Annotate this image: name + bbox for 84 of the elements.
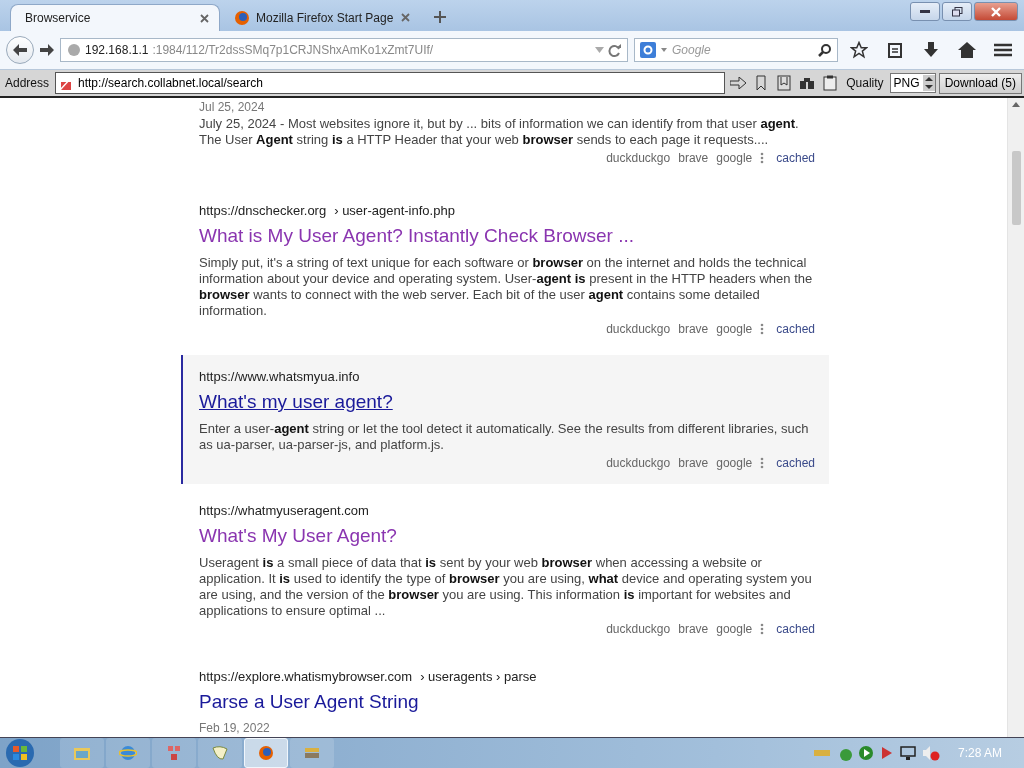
engine-label: google	[716, 622, 753, 636]
firefox-icon	[234, 9, 250, 26]
result-title-link[interactable]: What is My User Agent? Instantly Check Browser ...	[199, 225, 815, 247]
quality-spinner[interactable]: PNG	[889, 73, 936, 93]
restore-button[interactable]	[942, 2, 972, 21]
more-icon[interactable]	[760, 457, 765, 469]
engine-label: google	[716, 322, 753, 336]
close-icon[interactable]	[401, 13, 410, 22]
more-icon[interactable]	[760, 323, 765, 335]
result-date: Jul 25, 2024	[199, 100, 266, 114]
url-field[interactable]: 192.168.1.1 :1984/112/Tr2dssSMq7p1CRJNShxAmKo1xZmt7UIf/	[60, 38, 628, 62]
minimize-icon	[920, 9, 930, 14]
taskbar-app-button[interactable]	[152, 738, 196, 768]
engine-label: google	[716, 456, 753, 470]
taskbar-app-button[interactable]	[198, 738, 242, 768]
close-window-button[interactable]	[974, 2, 1018, 21]
result-url: https://dnschecker.org	[199, 203, 327, 218]
breadcrumb: › user-agent-info.php	[334, 203, 455, 218]
quality-label: Quality	[845, 76, 885, 90]
menu-icon	[994, 43, 1012, 57]
list-icon	[888, 42, 902, 58]
download-arrow-icon	[924, 42, 938, 58]
address-label: Address	[4, 76, 51, 90]
volume-muted-icon[interactable]	[921, 745, 940, 761]
scrollbar[interactable]	[1007, 98, 1024, 737]
minimize-button[interactable]	[910, 2, 940, 21]
globe-e-icon	[119, 744, 137, 762]
back-button[interactable]	[6, 36, 34, 64]
download-button[interactable]: Download (5)	[938, 72, 1022, 94]
cached-link[interactable]: cached	[776, 322, 815, 336]
network-icon[interactable]	[899, 746, 916, 760]
result-snippet: Enter a user-agent string or let the tool detect it automatically. See the results from different libraries, such as ua-parser, ua-parser-js, and platform.js.	[199, 421, 810, 453]
reload-icon[interactable]	[608, 43, 621, 57]
result-title-link[interactable]: What's My User Agent?	[199, 525, 815, 547]
taskbar-app-button[interactable]	[244, 738, 288, 768]
engine-label: brave	[678, 322, 709, 336]
archive-icon	[303, 745, 321, 761]
engine-label: duckduckgo	[606, 622, 671, 636]
result-snippet: July 25, 2024 - Most websites ignore it, but by ... bits of information we can identify from that user agent. The User Agent string is a HTTP Header that your web browser sends to each page it requests....	[199, 116, 800, 148]
browser-tab[interactable]: Mozilla Firefox Start Page	[220, 4, 420, 31]
close-icon	[991, 6, 1001, 17]
star-icon	[850, 41, 868, 59]
result-title-link[interactable]: What's my user agent?	[199, 391, 815, 413]
breadcrumb: › useragents › parse	[420, 669, 537, 684]
cached-link[interactable]: cached	[776, 456, 815, 470]
engine-label: duckduckgo	[606, 456, 671, 470]
result-snippet: Simply put, it's a string of text unique for each software or browser on the internet and holds the technical information about your device and operating system. User-agent is present in the HTTP headers when the browser wants to connect with the web server. Each bit of the user agent contains some detailed information.	[199, 255, 814, 319]
cached-link[interactable]: cached	[776, 622, 815, 636]
new-tab-icon[interactable]	[434, 11, 446, 23]
result-date: Feb 19, 2022	[199, 721, 271, 735]
result-url: https://whatmyuseragent.com	[199, 503, 369, 518]
search-engine-icon	[640, 42, 656, 58]
back-arrow-icon	[13, 44, 27, 56]
engine-label: duckduckgo	[606, 322, 671, 336]
play-icon[interactable]	[857, 745, 874, 761]
clock: 7:28 AM	[957, 746, 1002, 760]
engine-label: brave	[678, 151, 709, 165]
address-field[interactable]: http://search.collabnet.local/search	[55, 72, 726, 94]
result-snippet: Useragent is a small piece of data that is sent by your web browser when accessing a website or application. It is used to identify the type of browser you are using, what device and operating system you are using, and the version of the browser you are using. This information is important for websites and applications to ensure optimal ...	[199, 555, 813, 619]
network-icon	[166, 745, 182, 761]
more-icon[interactable]	[760, 623, 765, 635]
home-icon	[958, 42, 976, 58]
dropdown-icon[interactable]	[595, 47, 604, 53]
more-icon[interactable]	[760, 152, 765, 164]
spinner-arrows-icon[interactable]	[922, 75, 935, 91]
scroll-up-icon[interactable]	[1012, 102, 1020, 107]
engine-label: brave	[678, 622, 709, 636]
close-icon[interactable]	[200, 13, 209, 23]
search-icon[interactable]	[818, 43, 832, 57]
result-title-link[interactable]: Parse a User Agent String	[199, 691, 815, 713]
cached-link[interactable]: cached	[776, 151, 815, 165]
firefox-icon	[258, 745, 274, 761]
result-url: https://explore.whatismybrowser.com	[199, 669, 413, 684]
folder-icon	[73, 745, 91, 761]
paint-icon	[211, 745, 229, 761]
result-url: https://www.whatsmyua.info	[199, 369, 360, 384]
engine-label: google	[716, 151, 753, 165]
restore-icon	[951, 6, 963, 17]
dropdown-icon[interactable]	[661, 48, 667, 52]
scrollbar-thumb[interactable]	[1011, 151, 1021, 225]
forward-icon[interactable]	[40, 44, 54, 56]
browser-tab[interactable]: Browservice	[10, 4, 220, 31]
engine-label: brave	[678, 456, 709, 470]
engine-label: duckduckgo	[606, 151, 671, 165]
